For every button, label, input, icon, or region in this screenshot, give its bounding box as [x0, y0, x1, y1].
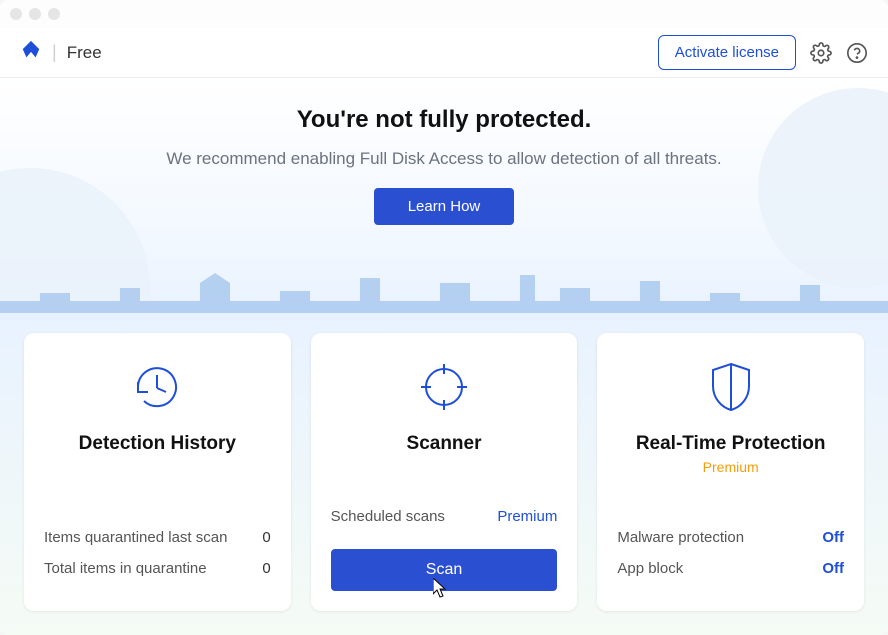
row-value: Premium — [497, 508, 557, 525]
brand-divider: | — [52, 42, 57, 63]
settings-button[interactable] — [810, 42, 832, 64]
header-actions: Activate license — [658, 35, 868, 70]
zoom-window-button[interactable] — [48, 8, 60, 20]
hero-subtitle: We recommend enabling Full Disk Access t… — [164, 146, 724, 172]
realtime-protection-card: Real-Time Protection Premium Malware pro… — [597, 333, 864, 611]
shield-icon — [707, 355, 755, 419]
app-block-row[interactable]: App block Off — [617, 560, 844, 577]
row-label: Total items in quarantine — [44, 560, 207, 577]
row-value: Off — [822, 529, 844, 546]
help-button[interactable] — [846, 42, 868, 64]
realtime-rows: Malware protection Off App block Off — [617, 515, 844, 591]
scan-button[interactable]: Scan — [331, 549, 558, 591]
history-icon — [130, 355, 184, 419]
history-rows: Items quarantined last scan 0 Total item… — [44, 515, 271, 591]
card-title: Scanner — [407, 433, 482, 455]
close-window-button[interactable] — [10, 8, 22, 20]
skyline-decoration — [0, 253, 888, 313]
malware-protection-row[interactable]: Malware protection Off — [617, 529, 844, 546]
history-row: Items quarantined last scan 0 — [44, 529, 271, 546]
row-label: App block — [617, 560, 683, 577]
hero-banner: You're not fully protected. We recommend… — [0, 78, 888, 313]
detection-history-card: Detection History Items quarantined last… — [24, 333, 291, 611]
scheduled-scans-row[interactable]: Scheduled scans Premium — [331, 508, 558, 525]
logo-icon — [20, 39, 42, 66]
row-label: Malware protection — [617, 529, 744, 546]
header-bar: | Free Activate license — [0, 28, 888, 78]
row-label: Items quarantined last scan — [44, 529, 227, 546]
card-title: Detection History — [79, 433, 236, 455]
row-value: Off — [822, 560, 844, 577]
dashboard-cards: Detection History Items quarantined last… — [0, 313, 888, 635]
history-row: Total items in quarantine 0 — [44, 560, 271, 577]
hero-title: You're not fully protected. — [0, 106, 888, 134]
titlebar — [0, 0, 888, 28]
minimize-window-button[interactable] — [29, 8, 41, 20]
premium-badge: Premium — [703, 459, 759, 477]
card-title: Real-Time Protection — [636, 433, 826, 455]
row-value: 0 — [262, 560, 270, 577]
brand: | Free — [20, 39, 102, 66]
scanner-rows: Scheduled scans Premium — [331, 494, 558, 539]
scanner-icon — [417, 355, 471, 419]
app-window: | Free Activate license You're no — [0, 0, 888, 635]
learn-how-button[interactable]: Learn How — [374, 188, 515, 225]
scanner-card: Scanner Scheduled scans Premium Scan — [311, 333, 578, 611]
row-label: Scheduled scans — [331, 508, 445, 525]
row-value: 0 — [262, 529, 270, 546]
activate-license-button[interactable]: Activate license — [658, 35, 796, 70]
product-tier-label: Free — [67, 43, 102, 63]
